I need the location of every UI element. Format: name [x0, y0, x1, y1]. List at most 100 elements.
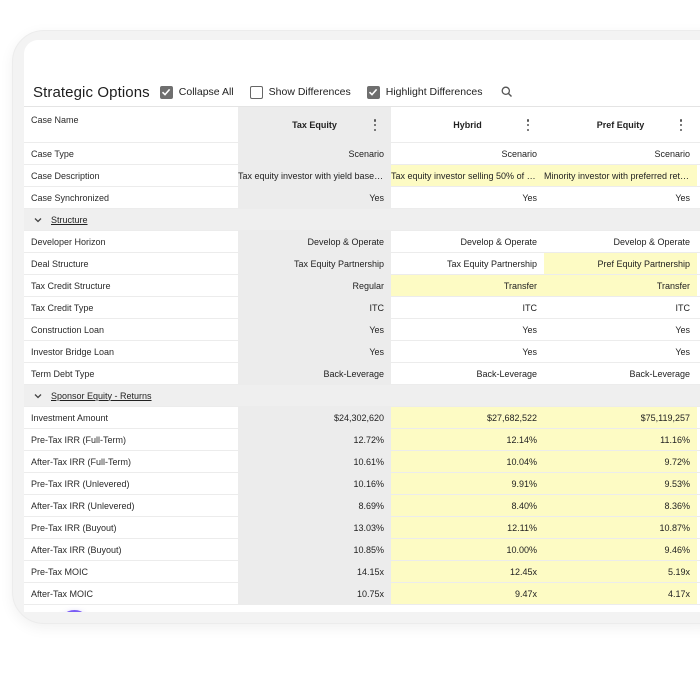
- row-value-cell[interactable]: Tax Equity Partnership: [391, 253, 544, 274]
- row-value-cell[interactable]: Yes: [544, 341, 697, 362]
- row-value: Pref Equity Partnership: [597, 258, 690, 269]
- row-value-cell[interactable]: Back-Leverage: [544, 363, 697, 384]
- row-value-cell[interactable]: 10.04%: [391, 451, 544, 472]
- row-value-cell[interactable]: 12.72%: [238, 429, 391, 450]
- row-value-cell[interactable]: 5.19x: [544, 561, 697, 582]
- row-value-cell[interactable]: Pref Equity Partnership: [544, 253, 697, 274]
- row-value-cell[interactable]: Develop & Operate: [238, 231, 391, 252]
- row-value-cell[interactable]: 14.15x: [238, 561, 391, 582]
- row-value: 8.69%: [358, 500, 384, 511]
- row-value-cell[interactable]: $27,682,522: [391, 407, 544, 428]
- row-value-cell[interactable]: ITC: [238, 297, 391, 318]
- section-header-sponsor-equity-returns[interactable]: Sponsor Equity - Returns: [24, 385, 700, 407]
- row-value: Yes: [522, 324, 537, 335]
- row-value-cell[interactable]: Yes: [238, 187, 391, 208]
- row-value-cell[interactable]: Yes: [391, 341, 544, 362]
- row-value: 4.17x: [667, 588, 690, 599]
- row-value: Develop & Operate: [613, 236, 690, 247]
- kebab-menu-icon[interactable]: [679, 119, 683, 131]
- row-value: Develop & Operate: [307, 236, 384, 247]
- row-value-cell[interactable]: Scenario: [391, 143, 544, 164]
- row-label: After-Tax MOIC: [31, 588, 94, 599]
- row-value-cell[interactable]: Scenario: [238, 143, 391, 164]
- row-value-cell[interactable]: 9.72%: [544, 451, 697, 472]
- section-toggle[interactable]: Sponsor Equity - Returns: [31, 391, 152, 401]
- row-value-cell[interactable]: 8.40%: [391, 495, 544, 516]
- row-value-cell[interactable]: 11.16%: [544, 429, 697, 450]
- row-label: Pre-Tax MOIC: [31, 566, 89, 577]
- row-value: 12.72%: [353, 434, 384, 445]
- section-header-structure[interactable]: Structure: [24, 209, 700, 231]
- section-title-cell[interactable]: Structure: [24, 209, 238, 230]
- section-label[interactable]: Sponsor Equity - Returns: [51, 391, 152, 401]
- row-value: Transfer: [503, 280, 537, 291]
- toolbar: Strategic Options Collapse All Show Diff…: [33, 80, 700, 104]
- row-value-cell[interactable]: Minority investor with preferred return: [544, 165, 697, 186]
- row-value-cell[interactable]: $24,302,620: [238, 407, 391, 428]
- row-value: 13.03%: [353, 522, 384, 533]
- row-value: Yes: [369, 192, 384, 203]
- row-value-cell[interactable]: 12.14%: [391, 429, 544, 450]
- row-value-cell[interactable]: Yes: [391, 187, 544, 208]
- row-value-cell[interactable]: 13.03%: [238, 517, 391, 538]
- highlight-differences-checkbox[interactable]: [366, 85, 380, 99]
- row-value-cell[interactable]: ITC: [391, 297, 544, 318]
- row-value-cell[interactable]: 10.16%: [238, 473, 391, 494]
- row-value: ITC: [369, 302, 385, 313]
- row-value-cell[interactable]: 10.61%: [238, 451, 391, 472]
- collapse-all-toggle[interactable]: Collapse All: [159, 85, 234, 99]
- row-value-cell[interactable]: Develop & Operate: [544, 231, 697, 252]
- row-value-cell[interactable]: Scenario: [544, 143, 697, 164]
- row-value-cell[interactable]: 4.17x: [544, 583, 697, 604]
- row-value-cell[interactable]: $75,119,257: [544, 407, 697, 428]
- chevron-down-icon[interactable]: [33, 391, 43, 401]
- search-icon[interactable]: [500, 85, 514, 99]
- row-value-cell[interactable]: 10.85%: [238, 539, 391, 560]
- row-value-cell[interactable]: 10.75x: [238, 583, 391, 604]
- row-value-cell[interactable]: Yes: [391, 319, 544, 340]
- row-value-cell[interactable]: 10.87%: [544, 517, 697, 538]
- row-label: Tax Credit Type: [31, 302, 94, 313]
- row-value-cell[interactable]: 9.91%: [391, 473, 544, 494]
- show-differences-toggle[interactable]: Show Differences: [249, 85, 351, 99]
- column-title: Pref Equity: [596, 119, 645, 130]
- row-value-cell[interactable]: Transfer: [544, 275, 697, 296]
- section-toggle[interactable]: Structure: [31, 215, 88, 225]
- column-header-hybrid[interactable]: Hybrid: [391, 107, 544, 142]
- column-header-tax-equity[interactable]: Tax Equity: [238, 107, 391, 142]
- row-value-cell[interactable]: Develop & Operate: [391, 231, 544, 252]
- table-row-after-tax-moic: After-Tax MOIC 10.75x 9.47x 4.17x: [24, 583, 700, 605]
- row-value-cell[interactable]: 8.69%: [238, 495, 391, 516]
- row-value-cell[interactable]: 8.36%: [544, 495, 697, 516]
- row-value-cell[interactable]: Yes: [238, 319, 391, 340]
- chevron-down-icon[interactable]: [33, 215, 43, 225]
- column-header-pref-equity[interactable]: Pref Equity: [544, 107, 697, 142]
- row-value-cell[interactable]: 9.53%: [544, 473, 697, 494]
- chat-launcher-button[interactable]: [59, 610, 90, 612]
- row-value-cell[interactable]: 9.47x: [391, 583, 544, 604]
- row-value-cell[interactable]: 12.45x: [391, 561, 544, 582]
- row-value-cell[interactable]: Regular: [238, 275, 391, 296]
- kebab-menu-icon[interactable]: [373, 119, 377, 131]
- row-value-cell[interactable]: Tax equity investor selling 50% of credi…: [391, 165, 544, 186]
- row-value-cell[interactable]: Tax Equity Partnership: [238, 253, 391, 274]
- row-value-cell[interactable]: ITC: [544, 297, 697, 318]
- row-value-cell[interactable]: 12.11%: [391, 517, 544, 538]
- highlight-differences-toggle[interactable]: Highlight Differences: [366, 85, 482, 99]
- row-label: Deal Structure: [31, 258, 89, 269]
- row-value-cell[interactable]: Yes: [238, 341, 391, 362]
- table-row-case-type: Case Type Scenario Scenario Scenario: [24, 143, 700, 165]
- row-value-cell[interactable]: Yes: [544, 187, 697, 208]
- row-value-cell[interactable]: Tax equity investor with yield based fli…: [238, 165, 391, 186]
- row-value-cell[interactable]: 9.46%: [544, 539, 697, 560]
- show-differences-checkbox[interactable]: [249, 85, 263, 99]
- row-value-cell[interactable]: 10.00%: [391, 539, 544, 560]
- section-label[interactable]: Structure: [51, 215, 88, 225]
- collapse-all-checkbox[interactable]: [159, 85, 173, 99]
- row-value-cell[interactable]: Back-Leverage: [391, 363, 544, 384]
- section-title-cell[interactable]: Sponsor Equity - Returns: [24, 385, 238, 406]
- row-value-cell[interactable]: Yes: [544, 319, 697, 340]
- row-value-cell[interactable]: Transfer: [391, 275, 544, 296]
- row-value-cell[interactable]: Back-Leverage: [238, 363, 391, 384]
- kebab-menu-icon[interactable]: [526, 119, 530, 131]
